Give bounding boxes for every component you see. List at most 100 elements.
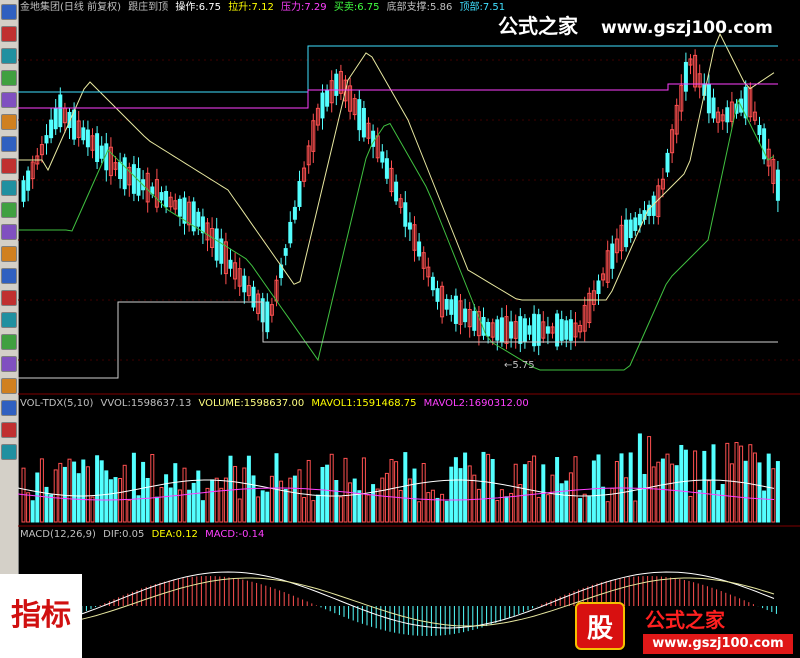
candlestick [417,241,422,257]
volume-bar [550,474,555,523]
volume-bar [601,486,606,523]
volume-bar [371,484,376,523]
watermark-bottom: 股 公式之家 www.gszj100.com [563,598,800,658]
operate-value: 操作:6.75 [175,2,221,13]
candlestick [624,219,629,248]
trend-icon[interactable] [1,26,17,42]
kline-icon[interactable] [1,48,17,64]
report-icon[interactable] [1,224,17,240]
list-icon[interactable] [1,312,17,328]
seal-text: 指标 [11,598,71,633]
volume-bar [656,461,661,523]
volume-bar [200,500,205,523]
news-icon[interactable] [1,268,17,284]
note-icon[interactable] [1,136,17,152]
volume-bar [573,456,578,523]
volume-bar [283,489,288,523]
upper-band-line [18,32,775,301]
volume-bar [458,468,463,523]
candlestick [196,211,201,227]
people-icon[interactable] [1,158,17,174]
volume-bar [522,464,527,523]
volume-bar [191,482,196,523]
table-icon[interactable] [1,92,17,108]
volume-bar [26,492,31,523]
tools-icon[interactable] [1,356,17,372]
volume-bar [72,461,77,523]
volume-bar [269,475,274,523]
seal-logo: 指标 [0,574,82,658]
volume-bar [665,453,670,523]
sort-icon[interactable] [1,290,17,306]
volume-bar [435,497,440,523]
macd-indicator-name: MACD(12,26,9) [20,529,96,540]
candlestick [49,119,54,139]
f10-icon[interactable] [1,202,17,218]
candlestick [95,133,100,162]
volume-bar [725,442,730,523]
volume-bar [210,479,215,523]
candlestick [683,61,688,92]
volume-bar [660,458,665,523]
volume-indicator-name: VOL-TDX(5,10) [20,398,94,409]
candlestick [444,298,449,310]
volume-bar [518,483,523,523]
info-icon[interactable] [1,246,17,262]
volume-bar [605,501,610,523]
candlestick [26,170,31,191]
candlestick [559,319,564,341]
candlestick [495,319,500,341]
main-chart-header: 金地集团(日线 前复权) 跟庄到顶 操作:6.75 拉升:7.12 压力:7.2… [20,2,509,14]
exit-icon[interactable] [1,378,17,394]
chart-canvas[interactable] [18,0,800,658]
candlestick [242,275,247,293]
grid-icon[interactable] [1,114,17,130]
volume-bar [292,475,297,523]
volume-bar [127,499,132,523]
candlestick [532,313,537,347]
login-icon[interactable] [1,400,17,416]
dollar-icon[interactable] [1,334,17,350]
candlestick [122,157,127,190]
volume-bar [196,470,201,523]
volume-bar [412,468,417,523]
support-value: 底部支撑:5.86 [386,2,453,13]
pull-value: 拉升:7.12 [228,2,274,13]
candlestick [775,169,780,201]
candlestick-icon[interactable] [1,4,17,20]
volume-bar [739,445,744,523]
candlestick [472,310,477,331]
volume-bar [154,496,159,523]
arrow-up-icon[interactable] [1,422,17,438]
volume-bar [76,473,81,523]
chart-icon[interactable] [1,180,17,196]
candlestick [430,276,435,291]
macd-header: MACD(12,26,9) DIF:0.05 DEA:0.12 MACD:-0.… [20,529,268,541]
candlestick [610,243,615,269]
bar-icon[interactable] [1,70,17,86]
candlestick [265,301,270,333]
volume-bar [173,463,178,523]
volume-bar [164,474,169,523]
volume-bar [99,460,104,523]
candlestick [58,94,63,128]
volume-bar [417,501,422,523]
arrow-down-icon[interactable] [1,444,17,460]
candlestick [361,107,366,138]
volume-bar [311,500,316,523]
volume-bar [472,474,477,523]
volume-bar [509,492,514,523]
mavol2-value: MAVOL2:1690312.00 [423,398,529,409]
candlestick [637,213,642,226]
candlestick [449,299,454,315]
indicator-name: 跟庄到顶 [128,2,169,13]
candlestick [596,280,601,294]
volume-bar [495,499,500,523]
volume-bar [329,453,334,523]
candlestick [564,320,569,340]
volume-bar [214,477,219,523]
candlestick [509,321,514,339]
volume-bar [679,444,684,523]
volume-bar [62,466,67,523]
volume-bar [131,452,136,523]
